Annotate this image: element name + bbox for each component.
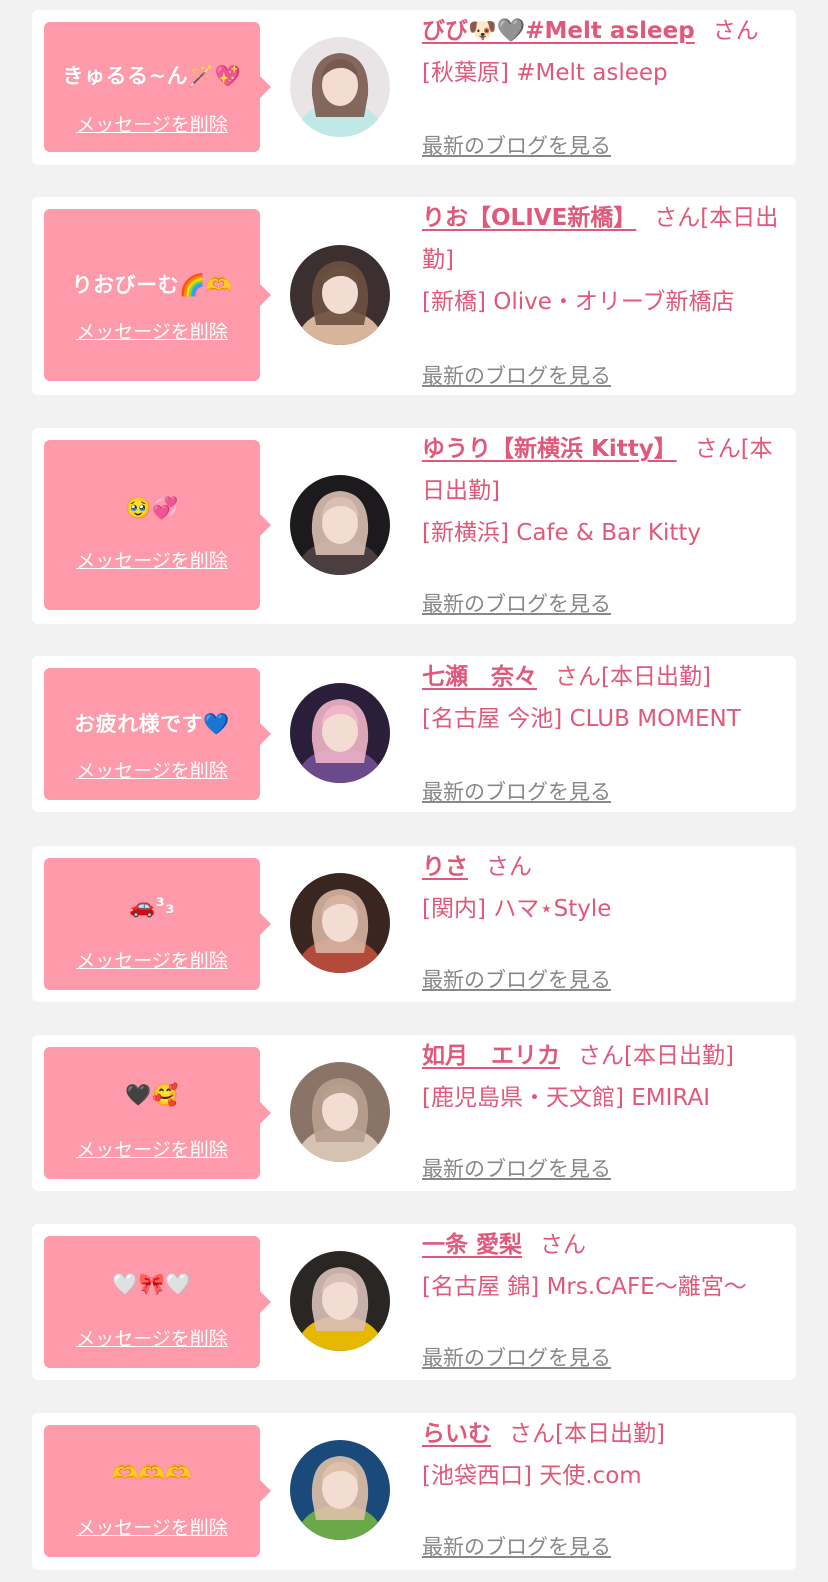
latest-blog-link[interactable]: 最新のブログを見る (422, 588, 611, 618)
message-text: 🤍🎀🤍 (112, 1272, 192, 1296)
message-bubble: きゅるる~ん🪄💖 メッセージを削除 (44, 22, 271, 152)
delete-message-link[interactable]: メッセージを削除 (44, 1513, 260, 1540)
girl-portrait-icon (290, 37, 390, 137)
message-text: 🖤🥰 (125, 1083, 179, 1107)
message-bubble: りおびーむ🌈🫶 メッセージを削除 (44, 209, 271, 381)
girl-portrait-icon (290, 873, 390, 973)
profile-info: びび🐶🩶#Melt asleep さん [秋葉原] #Melt asleep (422, 10, 784, 94)
message-text: 🚗³₃ (128, 894, 176, 918)
name-line: 一条 愛梨 さん (422, 1224, 784, 1266)
honorific-suffix: さん (486, 854, 532, 880)
name-line: りお【OLIVE新橋】 さん[本日出勤] (422, 197, 784, 281)
message-text: 🫶🫶🫶 (112, 1461, 192, 1485)
girl-portrait-icon (290, 1062, 390, 1162)
avatar[interactable] (290, 683, 390, 783)
shop-label: [新横浜] Cafe & Bar Kitty (422, 520, 701, 546)
latest-blog-link[interactable]: 最新のブログを見る (422, 130, 611, 160)
delete-message-link[interactable]: メッセージを削除 (44, 1135, 260, 1162)
message-card: 🫶🫶🫶 メッセージを削除 らいむ さん[本日出勤] [池袋西口] 天使.com 最新のブロ… (32, 1413, 796, 1570)
profile-name-link[interactable]: りお【OLIVE新橋】 (422, 205, 636, 231)
honorific-suffix: さん (654, 205, 701, 231)
avatar[interactable] (290, 37, 390, 137)
girl-portrait-icon (290, 245, 390, 345)
message-card: 🥹💞 メッセージを削除 ゆうり【新横浜 Kitty】 さん[本日出勤] [新横浜] Ca… (32, 428, 796, 624)
message-card: お疲れ様です💙 メッセージを削除 七瀬 奈々 さん[本日出勤] [名古屋 今池] CLU… (32, 656, 796, 812)
name-line: りさ さん (422, 846, 784, 888)
message-text: お疲れ様です💙 (74, 712, 230, 736)
profile-name-link[interactable]: 如月 エリカ (422, 1043, 560, 1069)
status-badge: [本日出勤] (624, 1043, 734, 1069)
name-line: らいむ さん[本日出勤] (422, 1413, 784, 1455)
shop-label: [関内] ハマ⋆Style (422, 896, 612, 922)
profile-info: 如月 エリカ さん[本日出勤] [鹿児島県・天文館] EMIRAI (422, 1035, 784, 1119)
avatar[interactable] (290, 475, 390, 575)
avatar[interactable] (290, 1440, 390, 1540)
message-bubble: 🚗³₃ メッセージを削除 (44, 858, 271, 990)
name-line: 如月 エリカ さん[本日出勤] (422, 1035, 784, 1077)
delete-message-link[interactable]: メッセージを削除 (44, 946, 260, 973)
status-badge: [本日出勤] (601, 664, 711, 690)
shop-label: [名古屋 錦] Mrs.CAFE〜離宮〜 (422, 1274, 747, 1300)
profile-name-link[interactable]: 一条 愛梨 (422, 1232, 522, 1258)
honorific-suffix: さん (555, 664, 601, 690)
message-card: 🖤🥰 メッセージを削除 如月 エリカ さん[本日出勤] [鹿児島県・天文館] EMIRA… (32, 1035, 796, 1191)
profile-info: ゆうり【新横浜 Kitty】 さん[本日出勤] [新横浜] Cafe & Bar K… (422, 428, 784, 554)
profile-name-link[interactable]: びび🐶🩶#Melt asleep (422, 18, 695, 44)
avatar[interactable] (290, 1062, 390, 1162)
delete-message-link[interactable]: メッセージを削除 (44, 317, 260, 344)
message-bubble: お疲れ様です💙 メッセージを削除 (44, 668, 271, 800)
message-card: 🤍🎀🤍 メッセージを削除 一条 愛梨 さん [名古屋 錦] Mrs.CAFE〜離宮〜最新… (32, 1224, 796, 1380)
shop-label: [池袋西口] 天使.com (422, 1463, 642, 1489)
shop-label: [鹿児島県・天文館] EMIRAI (422, 1085, 710, 1111)
delete-message-link[interactable]: メッセージを削除 (44, 1324, 260, 1351)
latest-blog-link[interactable]: 最新のブログを見る (422, 1342, 611, 1372)
name-line: 七瀬 奈々 さん[本日出勤] (422, 656, 784, 698)
latest-blog-link[interactable]: 最新のブログを見る (422, 1153, 611, 1183)
message-card: きゅるる~ん🪄💖 メッセージを削除 びび🐶🩶#Melt asleep さん [秋葉原] … (32, 10, 796, 165)
honorific-suffix: さん (712, 18, 759, 44)
latest-blog-link[interactable]: 最新のブログを見る (422, 360, 611, 390)
profile-info: 七瀬 奈々 さん[本日出勤] [名古屋 今池] CLUB MOMENT (422, 656, 784, 740)
status-badge: [本日出勤] (555, 1421, 665, 1447)
profile-info: りお【OLIVE新橋】 さん[本日出勤] [新橋] Olive・オリーブ新橋店 (422, 197, 784, 323)
latest-blog-link[interactable]: 最新のブログを見る (422, 1531, 611, 1561)
avatar[interactable] (290, 1251, 390, 1351)
message-bubble: 🥹💞 メッセージを削除 (44, 440, 271, 610)
delete-message-link[interactable]: メッセージを削除 (44, 546, 260, 573)
girl-portrait-icon (290, 475, 390, 575)
shop-label: [秋葉原] #Melt asleep (422, 60, 668, 86)
shop-label: [名古屋 今池] CLUB MOMENT (422, 706, 741, 732)
girl-portrait-icon (290, 1440, 390, 1540)
delete-message-link[interactable]: メッセージを削除 (44, 756, 260, 783)
message-card: りおびーむ🌈🫶 メッセージを削除 りお【OLIVE新橋】 さん[本日出勤] [新橋] O… (32, 197, 796, 395)
honorific-suffix: さん (540, 1232, 587, 1258)
profile-name-link[interactable]: らいむ (422, 1421, 491, 1447)
message-text: りおびーむ🌈🫶 (71, 273, 233, 297)
avatar[interactable] (290, 873, 390, 973)
delete-message-link[interactable]: メッセージを削除 (44, 110, 260, 137)
message-text: 🥹💞 (125, 496, 179, 520)
name-line: びび🐶🩶#Melt asleep さん (422, 10, 784, 52)
girl-portrait-icon (290, 683, 390, 783)
message-bubble: 🤍🎀🤍 メッセージを削除 (44, 1236, 271, 1368)
avatar[interactable] (290, 245, 390, 345)
honorific-suffix: さん (578, 1043, 624, 1069)
profile-name-link[interactable]: りさ (422, 854, 468, 880)
profile-name-link[interactable]: 七瀬 奈々 (422, 664, 537, 690)
message-card: 🚗³₃ メッセージを削除 りさ さん [関内] ハマ⋆Style 最新のブログを見る (32, 846, 796, 1002)
latest-blog-link[interactable]: 最新のブログを見る (422, 776, 611, 806)
name-line: ゆうり【新横浜 Kitty】 さん[本日出勤] (422, 428, 784, 512)
latest-blog-link[interactable]: 最新のブログを見る (422, 964, 611, 994)
message-bubble: 🖤🥰 メッセージを削除 (44, 1047, 271, 1179)
message-bubble: 🫶🫶🫶 メッセージを削除 (44, 1425, 271, 1557)
profile-info: 一条 愛梨 さん [名古屋 錦] Mrs.CAFE〜離宮〜 (422, 1224, 784, 1308)
profile-info: らいむ さん[本日出勤] [池袋西口] 天使.com (422, 1413, 784, 1497)
girl-portrait-icon (290, 1251, 390, 1351)
profile-info: りさ さん [関内] ハマ⋆Style (422, 846, 784, 930)
message-text: きゅるる~ん🪄💖 (62, 64, 242, 88)
honorific-suffix: さん (509, 1421, 555, 1447)
profile-name-link[interactable]: ゆうり【新横浜 Kitty】 (422, 436, 677, 462)
shop-label: [新橋] Olive・オリーブ新橋店 (422, 289, 735, 315)
honorific-suffix: さん (694, 436, 741, 462)
